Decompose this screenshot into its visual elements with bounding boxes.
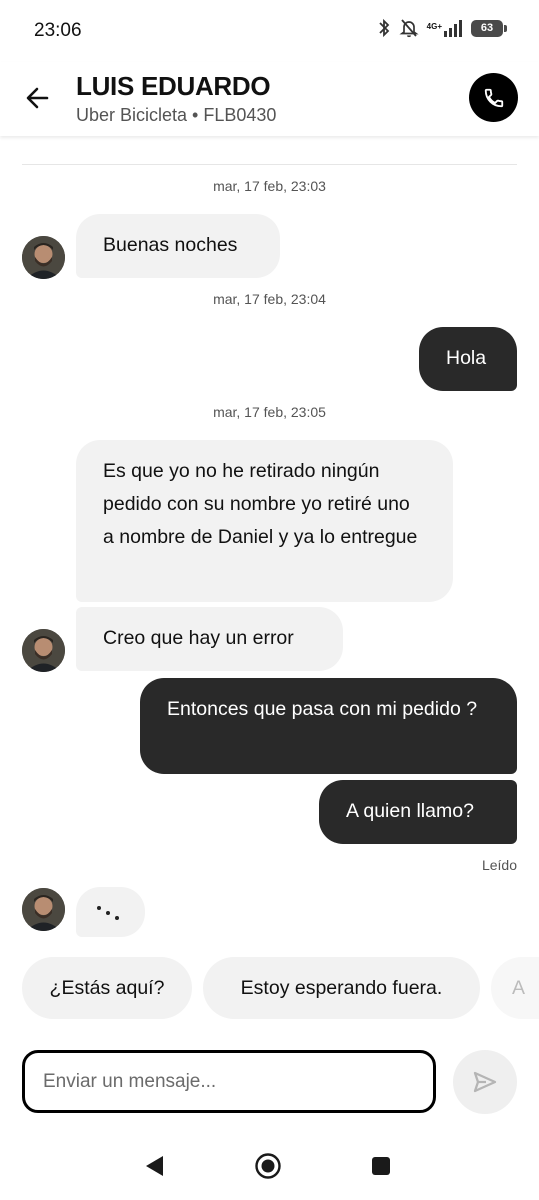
typing-dot — [97, 906, 101, 910]
nav-recents-button[interactable] — [367, 1152, 395, 1180]
driver-name: LUIS EDUARDO — [76, 71, 271, 101]
timestamp: mar, 17 feb, 23:03 — [213, 178, 326, 194]
typing-dot — [115, 916, 119, 920]
timestamp: mar, 17 feb, 23:04 — [213, 291, 326, 307]
bell-muted-icon — [399, 19, 419, 38]
arrow-left-icon — [26, 87, 49, 109]
status-time: 23:06 — [34, 20, 82, 41]
driver-avatar — [22, 629, 65, 672]
quick-reply-chip[interactable]: Estoy esperando fuera. — [203, 957, 480, 1019]
status-icons: 4G+ 63 — [377, 18, 507, 38]
send-arrow-icon — [473, 1071, 497, 1093]
read-receipt: Leído — [481, 857, 517, 873]
system-nav-bar — [0, 1140, 539, 1200]
square-recents-icon — [372, 1157, 390, 1175]
back-button[interactable] — [22, 82, 54, 114]
typing-indicator — [76, 887, 145, 937]
signal-icon: 4G+ — [426, 19, 463, 37]
nav-back-button[interactable] — [140, 1152, 168, 1180]
status-bar: 23:06 4G+ 63 — [0, 0, 539, 62]
vehicle-info: Uber Bicicleta • FLB0430 — [76, 105, 277, 125]
phone-icon — [484, 88, 503, 107]
incoming-message: Buenas noches — [76, 214, 280, 278]
message-divider — [22, 164, 517, 165]
incoming-message: Creo que hay un error — [76, 607, 343, 671]
outgoing-message: Hola — [419, 327, 517, 391]
chat-header: LUIS EDUARDO Uber Bicicleta • FLB0430 — [0, 62, 539, 136]
driver-avatar — [22, 236, 65, 279]
bluetooth-icon — [379, 18, 389, 38]
incoming-message: Es que yo no he retirado ningún pedido c… — [76, 440, 453, 602]
message-composer[interactable] — [22, 1050, 436, 1113]
message-input[interactable] — [43, 1053, 413, 1110]
nav-home-button[interactable] — [254, 1152, 282, 1180]
outgoing-message: A quien llamo? — [319, 780, 517, 844]
circle-home-icon — [255, 1153, 281, 1179]
triangle-back-icon — [146, 1156, 163, 1176]
driver-avatar — [22, 888, 65, 931]
network-label: 4G+ — [426, 21, 442, 31]
typing-dot — [106, 911, 110, 915]
battery-icon: 63 — [471, 19, 507, 37]
quick-reply-chip[interactable]: ¿Estás aquí? — [22, 957, 192, 1019]
call-button[interactable] — [469, 73, 518, 122]
send-button[interactable] — [453, 1050, 517, 1114]
quick-reply-chip[interactable]: A — [491, 957, 539, 1019]
timestamp: mar, 17 feb, 23:05 — [213, 404, 326, 420]
outgoing-message: Entonces que pasa con mi pedido ? — [140, 678, 517, 774]
